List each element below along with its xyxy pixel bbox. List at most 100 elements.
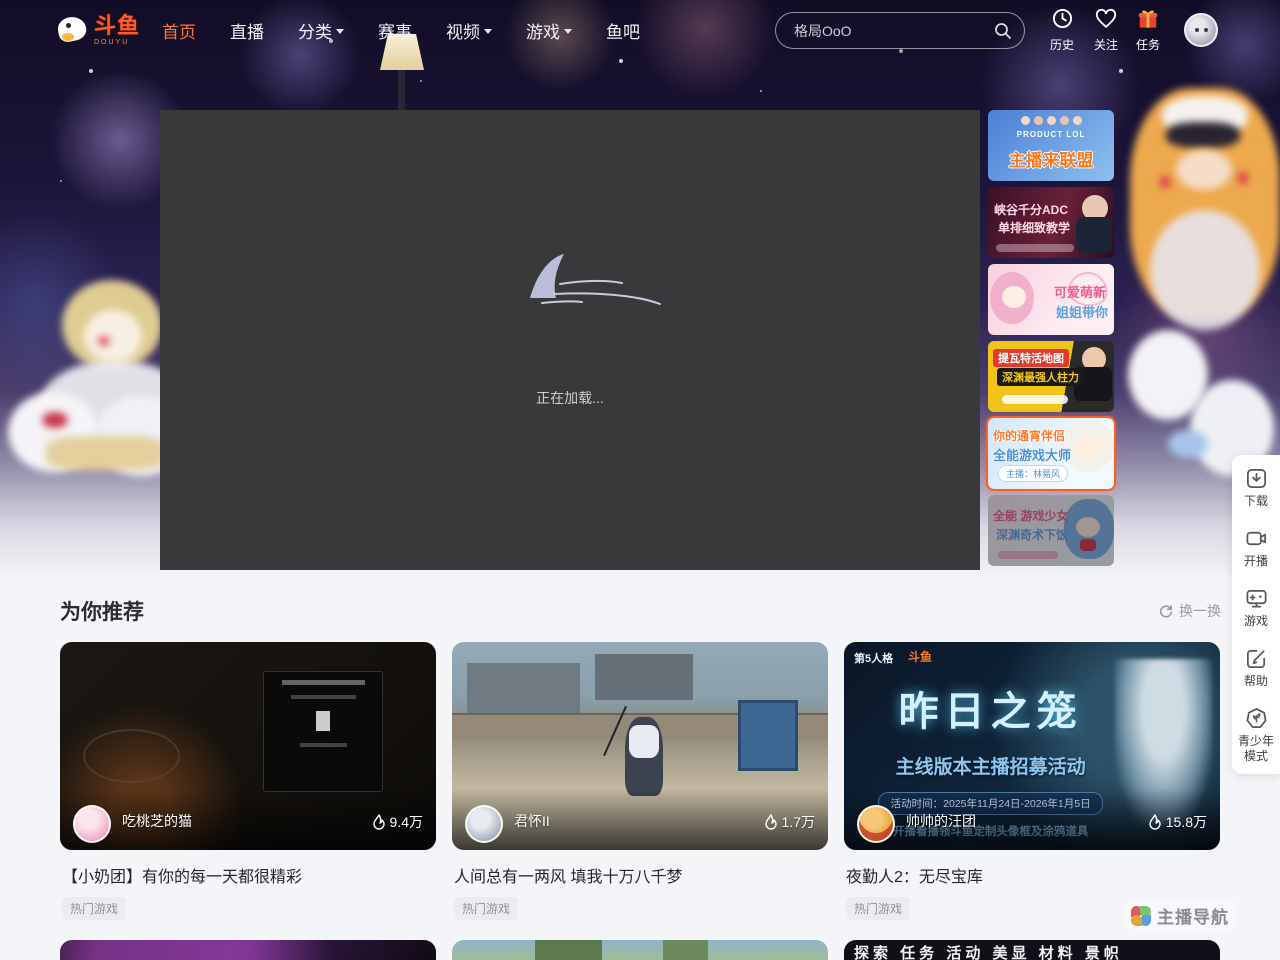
teen-shield-icon xyxy=(1245,707,1268,730)
banner-cute-newcomer[interactable]: 可爱萌新 姐姐带你 xyxy=(988,264,1114,335)
streamer-name[interactable]: 吃桃芝的猫 xyxy=(122,811,192,831)
banner-adc-teaching[interactable]: 峡谷千分ADC 单排细致教学 xyxy=(988,187,1114,258)
plushie-bow xyxy=(1168,430,1208,458)
stream-title[interactable]: 人间总有一两风 填我十万八千梦 xyxy=(452,863,828,887)
stream-thumbnail[interactable]: 第5人格 斗鱼 昨日之笼 主线版本主播招募活动 活动时间：2025年11月24日… xyxy=(844,642,1220,850)
hot-flame-icon xyxy=(372,814,386,830)
game-logo-text: 第5人格 xyxy=(854,650,893,666)
stream-thumbnail-partial[interactable] xyxy=(452,940,828,960)
stream-thumbnail-partial[interactable]: 探索 任务 活动 美显 材料 景帜 xyxy=(844,940,1220,960)
category-tag[interactable]: 热门游戏 xyxy=(62,897,126,920)
girl-earring-left xyxy=(1160,176,1170,188)
streamer-name[interactable]: 君怀II xyxy=(514,811,550,831)
next-row-cards: 探索 任务 活动 美显 材料 景帜 xyxy=(60,940,1220,960)
stream-thumbnail[interactable]: 吃桃芝的猫 9.4万 xyxy=(60,642,436,850)
hot-flame-icon xyxy=(1148,814,1162,830)
banner-teyvat-map[interactable]: 提瓦特活地图 深渊最强人柱力 xyxy=(988,341,1114,412)
chevron-down-icon xyxy=(564,29,572,34)
history-label: 历史 xyxy=(1040,36,1084,53)
anime-boy-face xyxy=(1076,438,1102,460)
banner-lol-alliance[interactable]: PRODUCT LOL 主播来联盟 xyxy=(988,110,1114,181)
help-button[interactable]: 帮助 xyxy=(1232,647,1280,689)
viewer-count: 1.7万 xyxy=(764,812,815,832)
nav-item-video[interactable]: 视频 xyxy=(446,18,492,43)
douyu-logo[interactable]: 斗鱼 DOUYU xyxy=(56,15,140,46)
streamer-avatar[interactable] xyxy=(73,805,111,843)
banner-badge: PRODUCT LOL xyxy=(988,130,1114,139)
streamer-avatar[interactable] xyxy=(857,805,895,843)
event-subline: 主线版本主播招募活动 xyxy=(859,752,1122,779)
history-button[interactable]: 历史 xyxy=(1040,8,1084,53)
banner-host-pill: 主播：林易风 xyxy=(998,465,1068,482)
top-navigation-bar: 斗鱼 DOUYU 首页 直播 分类 赛事 视频 游戏 鱼吧 历史 xyxy=(0,0,1280,60)
douyu-brand-small: 斗鱼 xyxy=(908,648,932,665)
stream-card: 第5人格 斗鱼 昨日之笼 主线版本主播招募活动 活动时间：2025年11月24日… xyxy=(844,642,1220,920)
help-label: 帮助 xyxy=(1235,674,1277,689)
streamer-navigator-widget[interactable]: 主播导航 xyxy=(1126,901,1237,930)
side-toolbar: 下载 开播 游戏 帮助 xyxy=(1232,455,1280,774)
banner-game-girl[interactable]: 全能 游戏少女 深渊奇术下饭 xyxy=(988,495,1114,566)
streamer-name[interactable]: 帅帅的汪团 xyxy=(906,811,976,831)
host-head xyxy=(1034,116,1043,125)
douyu-homepage: 斗鱼 DOUYU 首页 直播 分类 赛事 视频 游戏 鱼吧 历史 xyxy=(0,0,1280,960)
game-center-label: 游戏 xyxy=(1235,614,1277,629)
game-center-button[interactable]: 游戏 xyxy=(1232,587,1280,629)
follow-button[interactable]: 关注 xyxy=(1084,8,1128,53)
banner-caption xyxy=(996,244,1074,252)
nav-item-esports[interactable]: 赛事 xyxy=(378,18,412,43)
girl-earring-right xyxy=(1238,172,1248,184)
live-player-loading: 正在加载... xyxy=(160,110,980,570)
lamp-post xyxy=(398,66,405,112)
girl-sunglasses xyxy=(1166,122,1240,148)
anime-girl-face xyxy=(1002,286,1026,308)
nav-item-categories[interactable]: 分类 xyxy=(298,18,344,43)
stream-thumbnail-partial[interactable] xyxy=(60,940,436,960)
banner-allnight-companion[interactable]: 你的通宵伴侣 全能游戏大师 主播：林易风 xyxy=(988,418,1114,489)
download-icon xyxy=(1245,467,1268,490)
plush-scarf xyxy=(46,436,166,470)
tasks-label: 任务 xyxy=(1126,36,1170,53)
doll-face xyxy=(84,310,142,362)
edit-icon xyxy=(1245,647,1268,670)
category-tag[interactable]: 热门游戏 xyxy=(454,897,518,920)
stream-thumbnail[interactable]: 君怀II 1.7万 xyxy=(452,642,828,850)
douyu-fish-icon xyxy=(56,15,90,45)
viewer-count: 15.8万 xyxy=(1148,812,1207,832)
user-avatar[interactable] xyxy=(1184,13,1218,47)
download-button[interactable]: 下载 xyxy=(1232,467,1280,509)
girl-face xyxy=(1176,150,1232,190)
banner-line2: 深渊最强人柱力 xyxy=(997,368,1084,386)
shark-fin-loading-icon xyxy=(520,250,670,319)
ritual-circle xyxy=(83,729,181,783)
nav-item-yuba[interactable]: 鱼吧 xyxy=(606,18,640,43)
tasks-button[interactable]: 任务 xyxy=(1126,8,1170,53)
nav-item-home[interactable]: 首页 xyxy=(162,18,196,43)
refresh-label: 换一换 xyxy=(1179,601,1221,621)
streamer-avatar[interactable] xyxy=(465,805,503,843)
category-tag[interactable]: 热门游戏 xyxy=(846,897,910,920)
banner-dim-overlay xyxy=(988,495,1114,566)
stream-title[interactable]: 【小奶团】有你的每一天都很精彩 xyxy=(60,863,436,887)
stream-title[interactable]: 夜勤人2：无尽宝库 xyxy=(844,863,1220,887)
logo-text: 斗鱼 DOUYU xyxy=(94,15,140,46)
teen-mode-button[interactable]: 青少年模式 xyxy=(1232,707,1280,764)
section-title-recommended: 为你推荐 xyxy=(60,596,144,626)
nav-item-live[interactable]: 直播 xyxy=(230,18,264,43)
banner-line2: 全能游戏大师 xyxy=(993,445,1071,464)
start-stream-button[interactable]: 开播 xyxy=(1232,527,1280,569)
backpack xyxy=(629,725,659,758)
search-box[interactable] xyxy=(775,12,1025,49)
logo-brand: 斗鱼 xyxy=(94,15,140,37)
banner-line2: 姐姐带你 xyxy=(1056,302,1108,321)
search-icon[interactable] xyxy=(994,22,1012,40)
nav-item-games[interactable]: 游戏 xyxy=(526,18,572,43)
refresh-button[interactable]: 换一换 xyxy=(1158,601,1221,621)
stream-card: 君怀II 1.7万 人间总有一两风 填我十万八千梦 热门游戏 xyxy=(452,642,828,920)
in-game-menu xyxy=(263,671,383,792)
heart-icon xyxy=(1095,8,1117,29)
game-monitor-icon xyxy=(1245,587,1268,610)
search-input[interactable] xyxy=(794,23,994,39)
chevron-down-icon xyxy=(336,29,344,34)
start-stream-label: 开播 xyxy=(1235,554,1277,569)
plush-mouth xyxy=(42,412,68,428)
